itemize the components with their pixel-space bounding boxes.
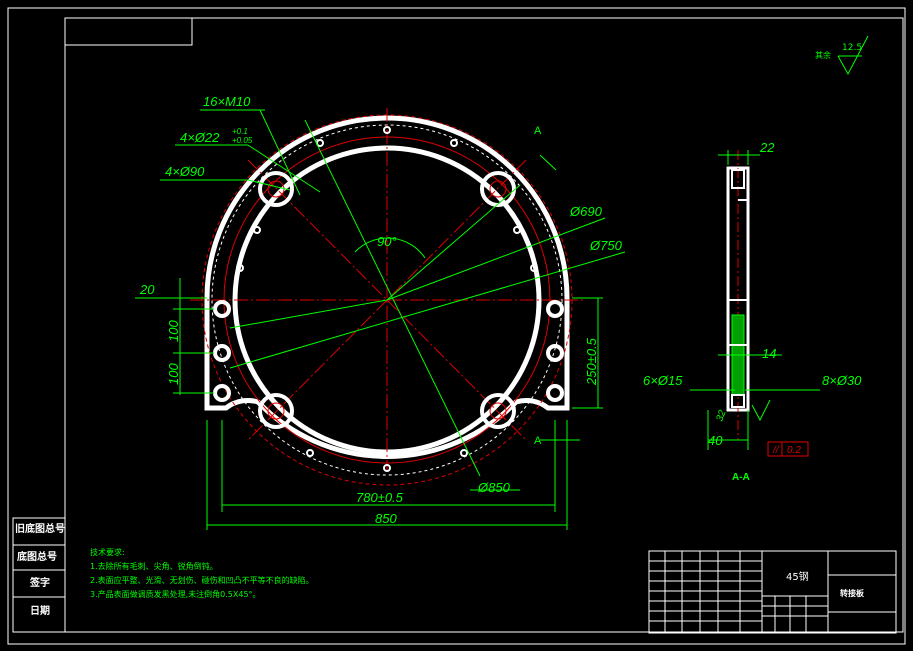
dim-pitch-100b: 100 <box>166 363 181 385</box>
notes-item-3: 3.产品表面做调质发黑处理,未注倒角0.5X45°。 <box>90 589 261 599</box>
side-label-sign: 签字 <box>29 576 50 589</box>
flatness-symbol: // <box>772 445 780 456</box>
side-section-view <box>726 150 750 440</box>
flatness-value: 0.2 <box>787 445 801 456</box>
side-holes-left <box>213 300 231 402</box>
side-label-column: 旧底图总号 底图总号 签字 日期 <box>12 517 66 633</box>
corner-box <box>64 17 193 46</box>
roughness-label: 其余 <box>815 50 831 60</box>
title-part: 转接板 <box>840 588 865 598</box>
dim-t40: 40 <box>708 433 723 448</box>
notes-title: 技术要求: <box>90 547 125 557</box>
side-dimension-lines <box>690 150 820 450</box>
dim-6xd15: 6×Ø15 <box>643 373 683 388</box>
dim-edge-20: 20 <box>139 282 155 297</box>
roughness-symbol <box>837 35 869 76</box>
dim-tol-lower: +0.05 <box>232 136 253 145</box>
side-holes-right <box>546 300 564 402</box>
cad-drawing: 其余 12.5 旧底图总号 底图总号 签字 日期 A A 16×M10 4×Ø2… <box>7 7 906 645</box>
outer-frame <box>7 7 906 645</box>
dim-d850: Ø850 <box>477 480 511 495</box>
dim-h250: 250±0.5 <box>584 337 599 386</box>
dim-angle: 90° <box>377 234 397 249</box>
roughness-value: 12.5 <box>842 43 862 53</box>
side-label-old: 旧底图总号 <box>15 522 65 535</box>
counterbore-hole-tr <box>480 171 516 207</box>
dim-8xd30: 8×Ø30 <box>822 373 862 388</box>
dim-16xm10: 16×M10 <box>203 94 251 109</box>
plate-front-view <box>190 108 585 486</box>
title-material: 45钢 <box>786 570 809 583</box>
dim-4xd22: 4×Ø22 <box>180 130 220 145</box>
dim-w850: 850 <box>375 511 397 526</box>
dim-d690: Ø690 <box>569 204 603 219</box>
section-mark-bottom: A <box>534 435 542 447</box>
dim-t22: 22 <box>759 140 775 155</box>
dim-4xd90: 4×Ø90 <box>165 164 205 179</box>
section-label: A-A <box>732 472 750 483</box>
section-mark-top: A <box>534 125 542 137</box>
notes-item-2: 2.表面应平整、光滑、无划伤、碰伤和凹凸不平等不良的缺陷。 <box>90 575 314 585</box>
dim-t14: 14 <box>762 346 776 361</box>
notes-item-1: 1.去除所有毛刺、尖角、锐角倒钝。 <box>90 561 218 571</box>
dim-tol-upper: +0.1 <box>232 127 248 136</box>
inner-frame <box>64 17 904 633</box>
dim-d750: Ø750 <box>589 238 623 253</box>
dim-w780: 780±0.5 <box>356 490 404 505</box>
dim-pitch-100a: 100 <box>166 320 181 342</box>
side-label-base: 底图总号 <box>17 550 57 563</box>
side-label-date: 日期 <box>30 604 50 617</box>
